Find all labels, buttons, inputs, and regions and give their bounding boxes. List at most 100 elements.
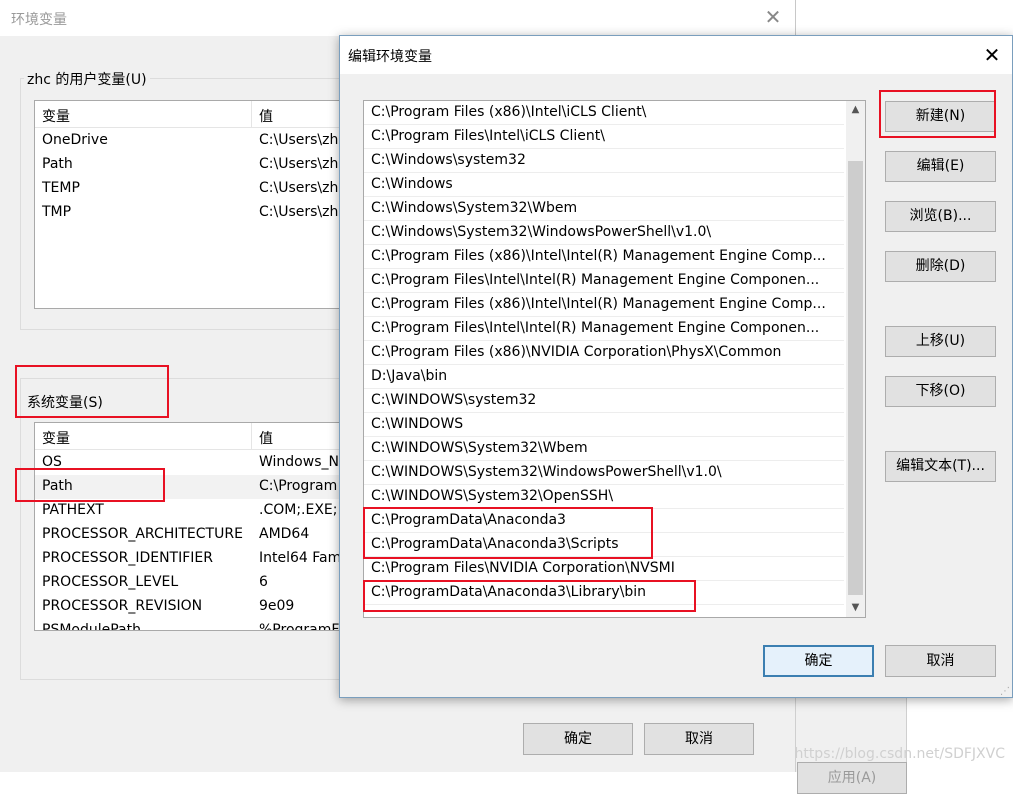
col-separator[interactable] [251,423,252,449]
bg-cancel-button[interactable]: 取消 [644,723,754,755]
path-text: C:\Windows\System32\Wbem [371,200,578,216]
path-text: C:\WINDOWS\System32\Wbem [371,440,588,456]
var-name: PROCESSOR_REVISION [42,598,203,614]
system-var-row[interactable]: OS Windows_N [35,451,355,475]
user-vars-list[interactable]: 变量 值 OneDrive C:\Users\zh Path C:\Users\… [34,100,356,309]
path-item[interactable]: C:\Windows\System32\WindowsPowerShell\v1… [364,221,844,245]
path-item[interactable]: C:\Program Files (x86)\Intel\iCLS Client… [364,101,844,125]
path-text: C:\WINDOWS\System32\WindowsPowerShell\v1… [371,464,722,480]
delete-button[interactable]: 删除(D) [885,251,996,282]
path-text: C:\Program Files\NVIDIA Corporation\NVSM… [371,560,675,576]
cancel-button[interactable]: 取消 [885,645,996,677]
var-value: C:\Users\zh [259,180,339,196]
close-icon[interactable]: ✕ [980,43,1004,67]
path-item[interactable]: C:\Windows\system32 [364,149,844,173]
col-val-header[interactable]: 值 [259,428,273,448]
var-name: Path [42,156,73,172]
path-text: C:\Program Files (x86)\Intel\iCLS Client… [371,104,647,120]
user-var-row[interactable]: OneDrive C:\Users\zh [35,129,355,153]
var-value: .COM;.EXE; [259,502,338,518]
system-vars-list[interactable]: 变量 值 OS Windows_N Path C:\Program PATHEX… [34,422,356,631]
var-value: C:\Users\zh [259,132,339,148]
path-item[interactable]: C:\WINDOWS\system32 [364,389,844,413]
bg-apply-button[interactable]: 应用(A) [797,762,907,794]
path-item[interactable]: C:\WINDOWS\System32\Wbem [364,437,844,461]
browse-button[interactable]: 浏览(B)... [885,201,996,232]
var-name: PROCESSOR_IDENTIFIER [42,550,213,566]
system-var-row[interactable]: PROCESSOR_REVISION 9e09 [35,595,355,619]
user-vars-group-label: zhc 的用户变量(U) [24,69,150,89]
edit-button[interactable]: 编辑(E) [885,151,996,182]
path-text: C:\WINDOWS\System32\OpenSSH\ [371,488,614,504]
path-text: C:\Program Files\Intel\iCLS Client\ [371,128,605,144]
user-var-row[interactable]: TMP C:\Users\zh [35,201,355,225]
move-down-button[interactable]: 下移(O) [885,376,996,407]
col-var-header[interactable]: 变量 [42,428,70,448]
bg-titlebar[interactable]: 环境变量 ✕ [0,0,795,36]
var-value: 9e09 [259,598,295,614]
var-value: C:\Users\zh [259,204,339,220]
path-item[interactable]: C:\ProgramData\Anaconda3\Scripts [364,533,844,557]
system-var-row[interactable]: PATHEXT .COM;.EXE; [35,499,355,523]
system-var-row[interactable]: PSModulePath %ProgramF [35,619,355,631]
bg-ok-button[interactable]: 确定 [523,723,633,755]
var-name: TEMP [42,180,80,196]
path-item[interactable]: C:\Program Files (x86)\Intel\Intel(R) Ma… [364,293,844,317]
path-item[interactable]: C:\WINDOWS\System32\WindowsPowerShell\v1… [364,461,844,485]
var-name: PATHEXT [42,502,104,518]
path-item[interactable]: C:\Program Files\Intel\Intel(R) Manageme… [364,269,844,293]
scroll-thumb[interactable] [848,161,863,595]
bg-close-icon[interactable]: ✕ [762,6,784,28]
path-item[interactable]: C:\Windows [364,173,844,197]
user-var-row[interactable]: Path C:\Users\zh [35,153,355,177]
new-button[interactable]: 新建(N) [885,101,996,132]
col-separator[interactable] [251,101,252,127]
path-text: C:\Program Files\Intel\Intel(R) Manageme… [371,272,820,288]
var-name: OneDrive [42,132,108,148]
var-name: Path [42,478,73,494]
scroll-down-icon[interactable]: ▼ [846,599,865,617]
var-value: C:\Program [259,478,338,494]
system-var-row[interactable]: PROCESSOR_ARCHITECTURE AMD64 [35,523,355,547]
path-item[interactable]: C:\Program Files (x86)\NVIDIA Corporatio… [364,341,844,365]
path-item[interactable]: C:\Windows\System32\Wbem [364,197,844,221]
path-text: D:\Java\bin [371,368,448,384]
move-up-button[interactable]: 上移(U) [885,326,996,357]
path-text: C:\ProgramData\Anaconda3\Scripts [371,536,619,552]
dialog-titlebar[interactable]: 编辑环境变量 ✕ [340,36,1012,74]
system-vars-header: 变量 值 [35,423,355,450]
path-text: C:\Program Files (x86)\NVIDIA Corporatio… [371,344,782,360]
user-vars-header: 变量 值 [35,101,355,128]
var-value: Intel64 Fam [259,550,342,566]
path-item[interactable]: D:\Java\bin [364,365,844,389]
user-var-row[interactable]: TEMP C:\Users\zh [35,177,355,201]
system-var-row[interactable]: PROCESSOR_IDENTIFIER Intel64 Fam [35,547,355,571]
ok-button[interactable]: 确定 [763,645,874,677]
path-item[interactable]: C:\ProgramData\Anaconda3 [364,509,844,533]
path-item[interactable]: C:\ProgramData\Anaconda3\Library\bin [364,581,844,605]
path-text: C:\WINDOWS\system32 [371,392,537,408]
system-var-row[interactable]: PROCESSOR_LEVEL 6 [35,571,355,595]
path-text: C:\Windows\System32\WindowsPowerShell\v1… [371,224,712,240]
var-value: %ProgramF [259,622,340,631]
path-text: C:\Program Files\Intel\Intel(R) Manageme… [371,320,820,336]
path-item[interactable]: C:\WINDOWS\System32\OpenSSH\ [364,485,844,509]
path-item[interactable]: C:\WINDOWS [364,413,844,437]
col-val-header[interactable]: 值 [259,106,273,126]
path-text: C:\Program Files (x86)\Intel\Intel(R) Ma… [371,296,826,312]
path-item[interactable]: C:\Program Files\NVIDIA Corporation\NVSM… [364,557,844,581]
system-var-row-path[interactable]: Path C:\Program [35,475,355,499]
path-item[interactable]: C:\Program Files (x86)\Intel\Intel(R) Ma… [364,245,844,269]
path-item[interactable]: C:\Program Files\Intel\iCLS Client\ [364,125,844,149]
path-text: C:\Windows [371,176,453,192]
edit-text-button[interactable]: 编辑文本(T)... [885,451,996,482]
path-list-scrollbar[interactable]: ▲ ▼ [846,101,865,617]
path-text: C:\ProgramData\Anaconda3 [371,512,566,528]
path-item[interactable]: C:\Program Files\Intel\Intel(R) Manageme… [364,317,844,341]
scroll-up-icon[interactable]: ▲ [846,101,865,119]
var-name: PROCESSOR_ARCHITECTURE [42,526,243,542]
path-list[interactable]: C:\Program Files (x86)\Intel\iCLS Client… [363,100,866,618]
bg-window-title: 环境变量 [11,12,67,28]
col-var-header[interactable]: 变量 [42,106,70,126]
resize-grip-icon[interactable]: ⋰ [1000,686,1010,697]
